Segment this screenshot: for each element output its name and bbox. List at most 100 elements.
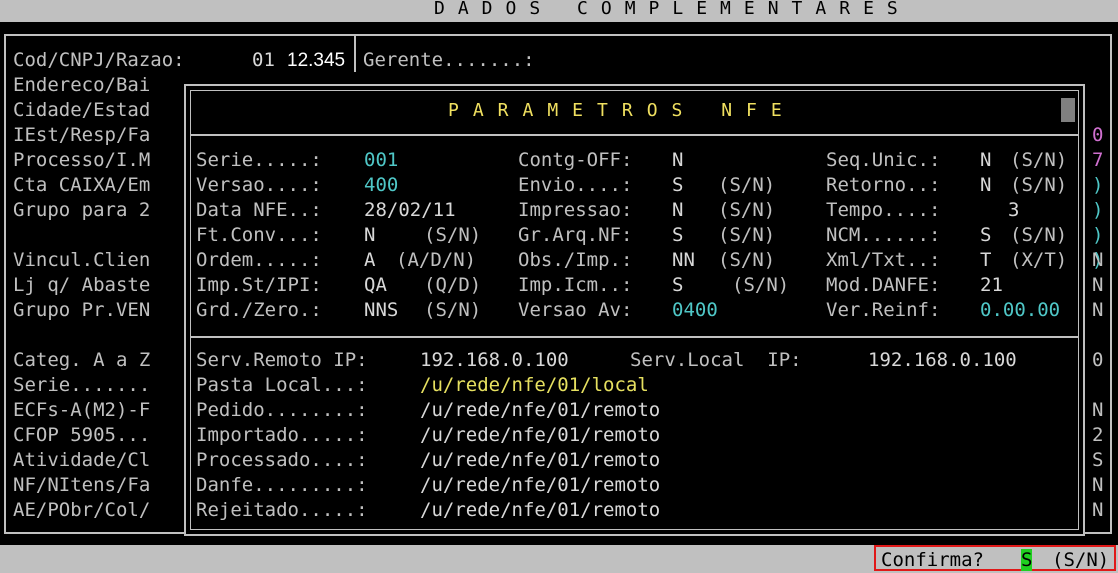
gr-arq-nf-hint: (S/N) [718, 224, 776, 246]
mod-danfe-field[interactable]: 21 [980, 273, 1003, 298]
contg-off-field[interactable]: N [672, 148, 683, 173]
retorno-field[interactable]: N [980, 173, 991, 198]
edge-char: N [1092, 249, 1104, 271]
label-atividade: Atividade/Cl [13, 449, 151, 471]
grd-zero-label: Grd./Zero.: [196, 299, 322, 321]
label-ecfs: ECFs-A(M2)-F [13, 399, 151, 421]
grd-zero-hint: (S/N) [424, 299, 482, 321]
label-nf-nitens: NF/NItens/Fa [13, 474, 151, 496]
impressao-field[interactable]: N [672, 198, 683, 223]
edge-char: 2 [1092, 424, 1104, 446]
serv-local-ip-field[interactable]: 192.168.0.100 [868, 348, 1017, 373]
data-nfe-field[interactable]: 28/02/11 [364, 198, 456, 223]
gerente-label: Gerente.......: [363, 49, 535, 71]
ft-conv-field[interactable]: N [364, 223, 375, 248]
edge-char: 7 [1092, 149, 1104, 171]
pedido-label: Pedido........: [196, 399, 368, 421]
grd-zero-field[interactable]: NNS [364, 298, 398, 323]
edge-char: 0 [1092, 349, 1104, 371]
scrollbar-thumb[interactable] [1061, 98, 1075, 122]
ncm-field[interactable]: S [980, 223, 991, 248]
gr-arq-nf-field[interactable]: S [672, 223, 683, 248]
tempo-field[interactable]: 3 [1008, 198, 1019, 223]
serv-remoto-ip-field[interactable]: 192.168.0.100 [420, 348, 569, 373]
imp-st-ipi-field[interactable]: QA [364, 273, 387, 298]
pedido-field[interactable]: /u/rede/nfe/01/remoto [420, 398, 660, 423]
versao-av-field[interactable]: 0400 [672, 298, 718, 323]
xml-txt-field[interactable]: T [980, 248, 991, 273]
obs-imp-field[interactable]: NN [672, 248, 695, 273]
label-processo: Processo/I.M [13, 149, 151, 171]
edge-char: ) [1092, 224, 1104, 246]
edge-char: ) [1092, 174, 1104, 196]
label-cta-caixa: Cta CAIXA/Em [13, 174, 151, 196]
obs-imp-hint: (S/N) [718, 249, 776, 271]
mod-danfe-label: Mod.DANFE: [826, 274, 941, 296]
right-edge-column: 0 7 ) ) ) ) N N N 0 N 2 S N N [1086, 36, 1112, 532]
envio-field[interactable]: S [672, 173, 683, 198]
rejeitado-field[interactable]: /u/rede/nfe/01/remoto [420, 498, 660, 523]
edge-char: S [1092, 449, 1104, 471]
label-vincul: Vincul.Clien [13, 249, 151, 271]
imp-st-ipi-hint: (Q/D) [424, 274, 482, 296]
label-iest: IEst/Resp/Fa [13, 124, 151, 146]
cnpj-field[interactable]: 12.345 [287, 48, 345, 73]
window-title: DADOS COMPLEMENTARES [434, 0, 911, 19]
impressao-hint: (S/N) [718, 199, 776, 221]
ordem-label: Ordem.....: [196, 249, 322, 271]
dialog-title: PARAMETROS NFE [448, 100, 796, 121]
ver-reinf-field[interactable]: 0.00.00 [980, 298, 1060, 323]
cod-field[interactable]: 01 [252, 48, 275, 73]
confirm-input[interactable]: S [1021, 549, 1033, 571]
label-cidade: Cidade/Estad [13, 99, 151, 121]
impressao-label: Impressao: [518, 199, 633, 221]
danfe-field[interactable]: /u/rede/nfe/01/remoto [420, 473, 660, 498]
edge-char: ) [1092, 199, 1104, 221]
label-categ: Categ. A a Z [13, 349, 151, 371]
edge-char: N [1092, 299, 1104, 321]
ncm-label: NCM......: [826, 224, 941, 246]
imp-icm-field[interactable]: S [672, 273, 683, 298]
imp-icm-label: Imp.Icm..: [518, 274, 633, 296]
imp-icm-hint: (S/N) [732, 274, 790, 296]
data-nfe-label: Data NFE..: [196, 199, 322, 221]
parametros-nfe-dialog: PARAMETROS NFE Serie.....: 001 Versao...… [184, 84, 1085, 536]
divider [354, 36, 356, 72]
serv-remoto-label: Serv.Remoto IP: [196, 349, 368, 371]
contg-off-label: Contg-OFF: [518, 149, 633, 171]
seq-unic-field[interactable]: N [980, 148, 991, 173]
retorno-hint: (S/N) [1010, 174, 1068, 196]
label-serie: Serie....... [13, 374, 151, 396]
divider [190, 134, 1079, 136]
confirm-label: Confirma? [881, 549, 984, 571]
label-ae-pobr: AE/PObr/Col/ [13, 499, 151, 521]
edge-char: N [1092, 274, 1104, 296]
xml-txt-label: Xml/Txt..: [826, 249, 941, 271]
seq-unic-label: Seq.Unic.: [826, 149, 941, 171]
obs-imp-label: Obs./Imp.: [518, 249, 633, 271]
importado-label: Importado.....: [196, 424, 368, 446]
ft-conv-label: Ft.Conv...: [196, 224, 322, 246]
versao-label: Versao....: [196, 174, 322, 196]
ordem-field[interactable]: A [364, 248, 375, 273]
ver-reinf-label: Ver.Reinf: [826, 299, 941, 321]
ordem-hint: (A/D/N) [396, 249, 477, 271]
ft-conv-hint: (S/N) [424, 224, 482, 246]
imp-st-ipi-label: Imp.St/IPI: [196, 274, 322, 296]
edge-char: N [1092, 474, 1104, 496]
serie-field[interactable]: 001 [364, 148, 398, 173]
pasta-local-field[interactable]: /u/rede/nfe/01/local [420, 373, 649, 398]
label-endereco: Endereco/Bai [13, 74, 151, 96]
versao-field[interactable]: 400 [364, 173, 398, 198]
pasta-local-label: Pasta Local...: [196, 374, 368, 396]
danfe-label: Danfe.........: [196, 474, 368, 496]
edge-char: N [1092, 499, 1104, 521]
confirm-prompt: Confirma? S (S/N) [874, 545, 1116, 571]
label-lj: Lj q/ Abaste [13, 274, 151, 296]
processado-field[interactable]: /u/rede/nfe/01/remoto [420, 448, 660, 473]
window-title-bar: DADOS COMPLEMENTARES [0, 0, 1118, 22]
confirm-hint: (S/N) [1052, 549, 1110, 571]
seq-unic-hint: (S/N) [1010, 149, 1068, 171]
envio-label: Envio....: [518, 174, 633, 196]
importado-field[interactable]: /u/rede/nfe/01/remoto [420, 423, 660, 448]
